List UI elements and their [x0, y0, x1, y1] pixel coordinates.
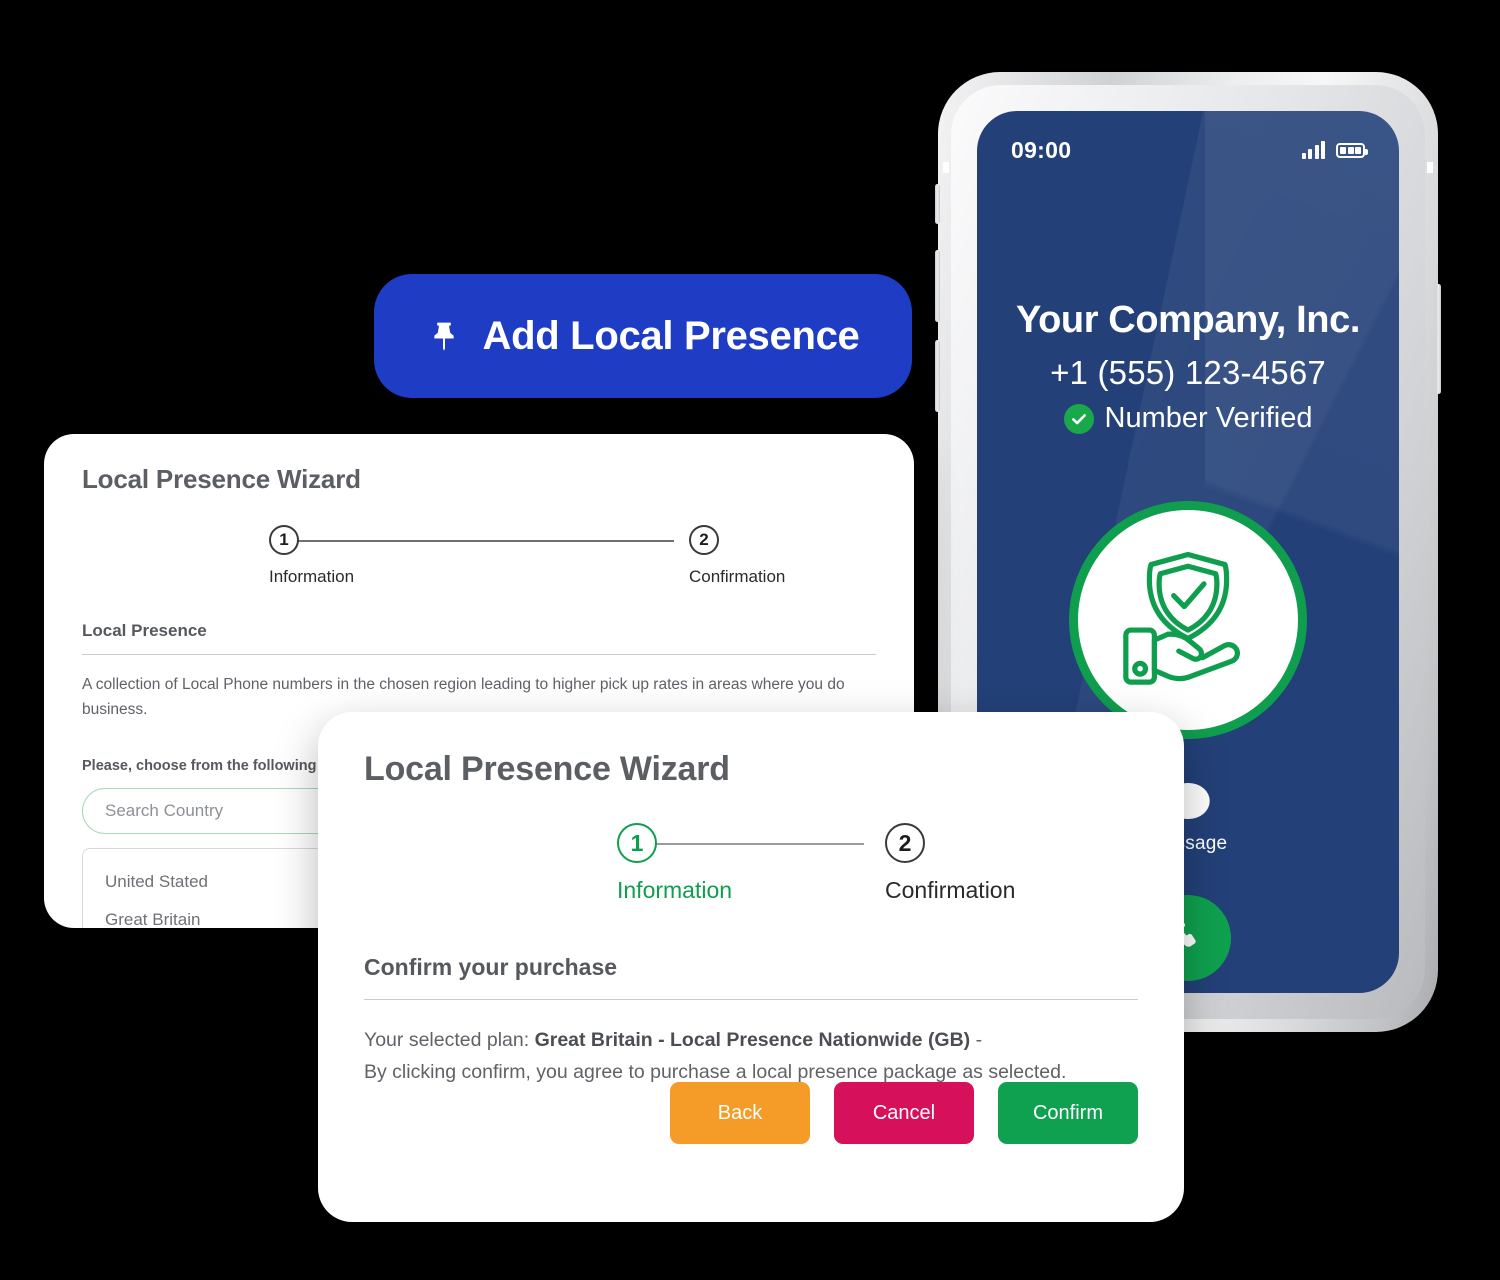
stepper-connector-line: [638, 843, 864, 845]
signal-bars-icon: [1301, 141, 1325, 159]
number-verified-label: Number Verified: [1104, 402, 1313, 434]
antenna-line-right: [1427, 162, 1433, 173]
caller-phone-number: +1 (555) 123-4567: [1050, 354, 1326, 391]
stepper-step-1-number: 1: [617, 823, 657, 863]
stepper-step-2-number: 2: [689, 525, 719, 555]
card-title-confirmation: Local Presence Wizard: [364, 750, 730, 788]
selected-plan-prefix: Your selected plan:: [364, 1029, 535, 1051]
status-bar-indicators: [1301, 141, 1368, 159]
section-divider: [364, 999, 1138, 1000]
section-heading-confirm-purchase: Confirm your purchase: [364, 954, 618, 980]
status-bar-time: 09:00: [1011, 136, 1072, 163]
pushpin-icon: [427, 319, 461, 353]
antenna-line-left: [943, 162, 949, 173]
wizard-stepper-information: 1 Information 2 Confirmation: [269, 525, 785, 587]
local-presence-wizard-confirmation-card: Local Presence Wizard 1 Information 2 Co…: [318, 712, 1184, 1222]
battery-icon: [1336, 142, 1368, 158]
section-divider: [82, 654, 876, 655]
volume-up-button[interactable]: [935, 250, 940, 322]
silent-switch-button[interactable]: [935, 184, 940, 224]
card-title-information: Local Presence Wizard: [82, 464, 361, 494]
back-button[interactable]: Back: [670, 1082, 810, 1144]
purchase-agreement-text: By clicking confirm, you agree to purcha…: [364, 1060, 1067, 1083]
volume-down-button[interactable]: [935, 340, 940, 412]
section-heading-local-presence: Local Presence: [82, 621, 207, 640]
screenshot-canvas: 09:00 Your Company, Inc. +1 (555) 123-45…: [0, 0, 1500, 1280]
confirm-button[interactable]: Confirm: [998, 1082, 1138, 1144]
stepper-step-1-number: 1: [269, 525, 299, 555]
search-country-placeholder: Search Country: [105, 801, 224, 821]
selected-plan-value: Great Britain - Local Presence Nationwid…: [534, 1029, 971, 1051]
add-local-presence-button[interactable]: Add Local Presence: [374, 274, 912, 398]
power-button[interactable]: [1436, 284, 1441, 394]
caller-info: Your Company, Inc. +1 (555) 123-4567 Num…: [977, 299, 1399, 435]
wizard-stepper-confirmation: 1 Information 2 Confirmation: [617, 823, 1015, 904]
number-verified-badge: Number Verified: [977, 402, 1399, 435]
stepper-step-2-number: 2: [885, 823, 925, 863]
stepper-connector-line: [284, 540, 674, 542]
check-circle-icon: [1063, 403, 1094, 434]
hand-holding-verified-shield-icon: [1069, 501, 1307, 739]
wizard-action-buttons: Back Cancel Confirm: [670, 1082, 1138, 1144]
add-local-presence-label: Add Local Presence: [482, 313, 860, 358]
selected-plan-suffix: -: [970, 1029, 983, 1051]
purchase-summary: Your selected plan: Great Britain - Loca…: [364, 1025, 1138, 1088]
cancel-button[interactable]: Cancel: [834, 1082, 974, 1144]
status-bar: 09:00: [977, 133, 1399, 167]
caller-company-name: Your Company, Inc.: [1016, 299, 1360, 341]
